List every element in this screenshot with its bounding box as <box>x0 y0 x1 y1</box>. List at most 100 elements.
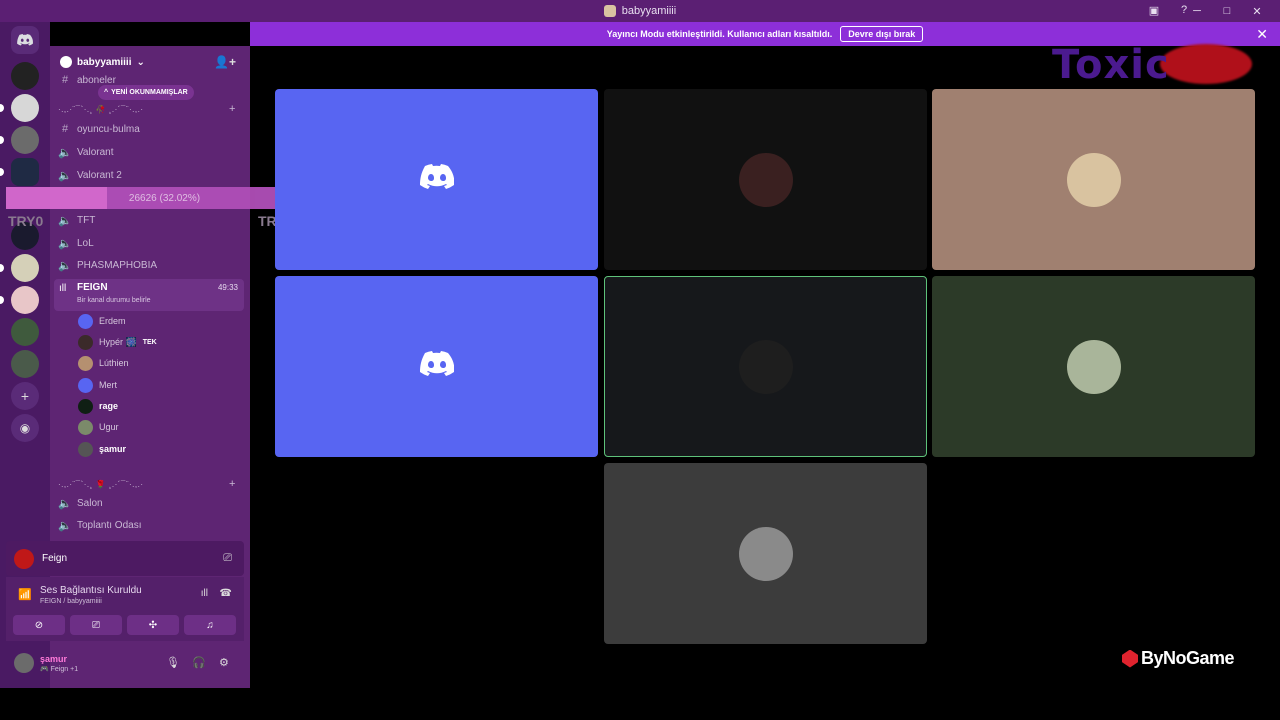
banner-message: Yayıncı Modu etkinleştirildi. Kullanıcı … <box>606 29 833 39</box>
speaker-icon: 🔈 <box>58 169 72 182</box>
minimize-button[interactable]: ─ <box>1182 0 1212 22</box>
server-icon-6[interactable] <box>11 254 39 282</box>
member-name: Ηypér 🎆 <box>99 336 137 347</box>
channel-tft[interactable]: 🔈 TFT <box>58 210 244 230</box>
voice-member[interactable]: Erdem <box>78 312 126 330</box>
add-channel-icon[interactable]: + <box>229 103 235 115</box>
stream-card[interactable]: Feign ⎚ <box>6 541 244 576</box>
channel-lol[interactable]: 🔈 LoL <box>58 233 244 253</box>
discord-logo-icon <box>419 164 454 195</box>
camera-toggle-button[interactable]: ⊘ <box>13 615 65 635</box>
screen-share-icon[interactable]: ⎚ <box>223 552 232 565</box>
hash-icon: # <box>61 123 69 135</box>
server-icon-1[interactable] <box>11 62 39 90</box>
explore-icon[interactable]: ◉ <box>11 414 39 442</box>
channel-toplanti-odasi[interactable]: 🔈 Toplantı Odası <box>58 515 244 535</box>
channel-valorant[interactable]: 🔈 Valorant <box>58 142 244 162</box>
settings-icon[interactable]: ⚙ <box>219 656 229 669</box>
avatar <box>78 441 93 457</box>
server-icon <box>603 5 616 17</box>
new-unread-pill[interactable]: ^ YENİ OKUNMAMIŞLAR <box>98 85 194 100</box>
voice-member[interactable]: Ηypér 🎆 TEK <box>78 333 157 351</box>
window-title: babyyamiiii <box>603 5 676 17</box>
discord-home-icon[interactable] <box>11 26 39 54</box>
hash-icon: # <box>61 74 69 86</box>
video-tile[interactable] <box>275 276 598 457</box>
noise-suppression-icon[interactable]: ıll <box>201 588 208 599</box>
avatar <box>78 334 93 350</box>
microphone-icon[interactable]: 🎙 <box>166 656 180 669</box>
channel-phasmophobia[interactable]: 🔈 PHASMAPHOBIA <box>58 255 244 275</box>
server-icon-2[interactable] <box>11 94 39 122</box>
server-icon-3[interactable] <box>11 126 39 154</box>
unread-indicator <box>0 264 4 272</box>
discord-logo-icon <box>419 351 454 382</box>
share-screen-button[interactable]: ⎚ <box>70 615 122 635</box>
avatar <box>738 339 793 394</box>
user-status: 🎮 Feign +1 <box>40 666 79 673</box>
channel-feign-active[interactable]: ıll FEIGN Bir kanal durumu belirle 49:33 <box>54 279 244 311</box>
activities-button[interactable]: ✣ <box>127 615 179 635</box>
clan-tag: TEK <box>142 338 157 346</box>
voice-location[interactable]: FEIGN / babyyamiiii <box>40 598 102 605</box>
headphones-icon[interactable]: 🎧 <box>192 656 206 669</box>
video-tile[interactable] <box>932 89 1255 270</box>
member-name: Erdem <box>99 316 126 326</box>
category-header[interactable]: ·.,.·¨¯`·.¸ 🌹 ¸.·´¯¨·.,.· <box>58 480 144 489</box>
server-icon-4[interactable] <box>11 158 39 186</box>
video-tile[interactable] <box>604 89 927 270</box>
avatar <box>78 419 93 435</box>
avatar <box>1066 152 1121 207</box>
channel-valorant-2[interactable]: 🔈 Valorant 2 <box>58 165 244 185</box>
unread-indicator <box>0 104 4 112</box>
close-icon[interactable]: ✕ <box>1256 26 1268 43</box>
toxic-watermark: Toxic <box>1052 42 1170 88</box>
avatar[interactable] <box>14 653 34 673</box>
avatar <box>78 398 93 414</box>
video-tile[interactable] <box>275 89 598 270</box>
disconnect-icon[interactable]: ☎ <box>220 588 232 599</box>
chevron-up-icon: ^ <box>104 89 109 96</box>
voice-status[interactable]: Ses Bağlantısı Kuruldu <box>40 585 142 596</box>
video-tile[interactable] <box>932 276 1255 457</box>
avatar <box>738 526 793 581</box>
member-name: şamur <box>99 444 127 454</box>
avatar <box>14 548 34 569</box>
bynogame-logo: ByNoGame <box>1122 648 1235 669</box>
maximize-button[interactable]: □ <box>1212 0 1242 22</box>
avatar <box>738 152 793 207</box>
add-server-icon[interactable]: + <box>11 382 39 410</box>
channel-oyuncu-bulma[interactable]: # oyuncu-bulma <box>58 119 244 139</box>
window-titlebar: babyyamiiii ▣ ? ─ □ ✕ <box>0 0 1280 22</box>
server-icon-8[interactable] <box>11 318 39 346</box>
invite-people-icon[interactable]: 👤+ <box>214 55 236 69</box>
voice-connection-panel: 📶 Ses Bağlantısı Kuruldu FEIGN / babyyam… <box>6 577 244 641</box>
speaker-icon: 🔈 <box>58 214 72 227</box>
server-icon-7[interactable] <box>11 286 39 314</box>
inbox-icon[interactable]: ▣ <box>1146 2 1162 18</box>
disable-streamer-mode-button[interactable]: Devre dışı bırak <box>840 26 924 42</box>
server-name: babyyamiiii <box>77 56 132 68</box>
user-name[interactable]: şamur <box>40 654 67 664</box>
avatar <box>1066 339 1121 394</box>
video-tile[interactable] <box>604 463 927 644</box>
voice-member[interactable]: rage <box>78 397 118 415</box>
soundboard-button[interactable]: ♫ <box>184 615 236 635</box>
voice-member[interactable]: şamur <box>78 440 126 458</box>
member-name: Ugur <box>99 422 119 432</box>
category-header[interactable]: ·.,.·¨¯`·.¸ 🥀 ¸.·´¯¨·.,.· <box>58 105 144 114</box>
bynogame-icon <box>1122 649 1138 668</box>
voice-activity-icon: ıll <box>59 283 67 294</box>
avatar <box>78 355 93 371</box>
channel-salon[interactable]: 🔈 Salon <box>58 493 244 513</box>
channel-status[interactable]: Bir kanal durumu belirle <box>77 297 151 304</box>
add-channel-icon[interactable]: + <box>229 478 235 490</box>
signal-icon[interactable]: 📶 <box>18 588 32 601</box>
server-icon-9[interactable] <box>11 350 39 378</box>
voice-member[interactable]: Ugur <box>78 418 119 436</box>
close-button[interactable]: ✕ <box>1242 0 1272 22</box>
unread-indicator <box>0 136 4 144</box>
video-tile[interactable] <box>604 276 927 457</box>
voice-member[interactable]: Mert <box>78 376 117 394</box>
voice-member[interactable]: Lúthien <box>78 354 129 372</box>
